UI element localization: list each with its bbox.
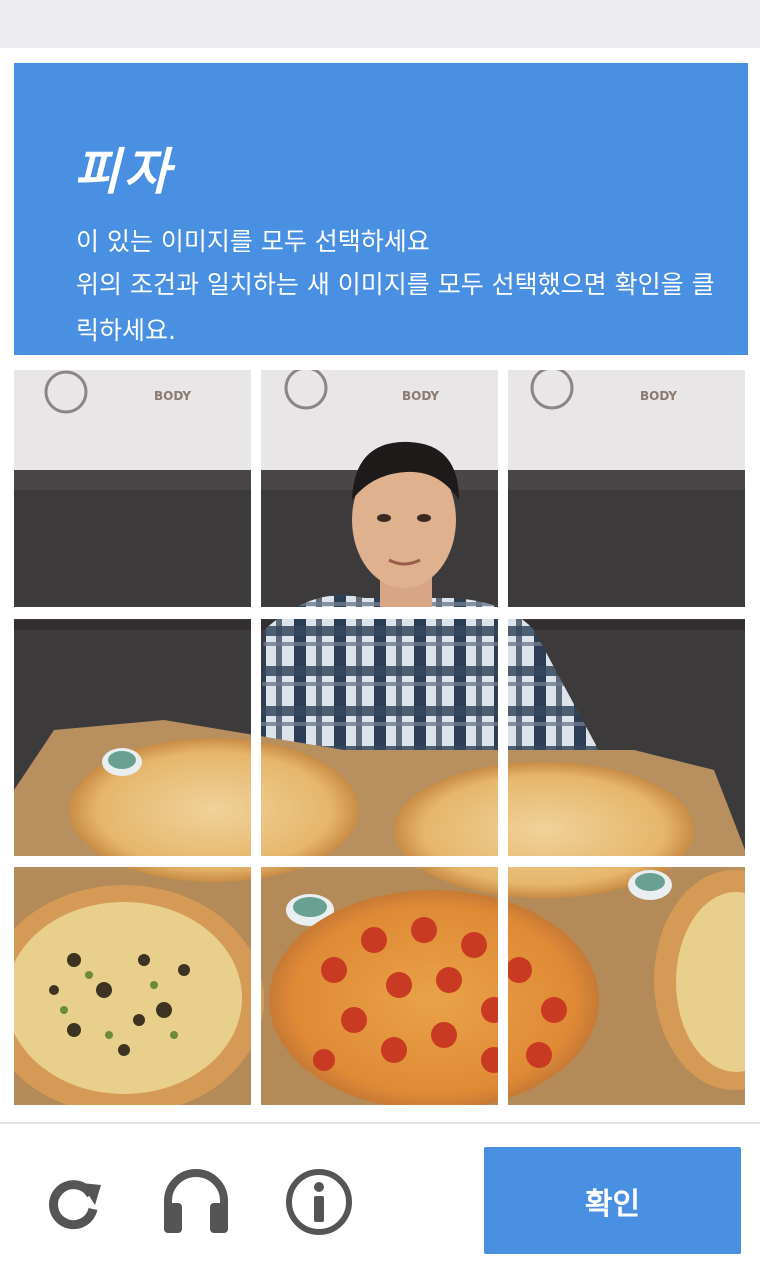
verify-button[interactable]: 확인 bbox=[484, 1147, 741, 1254]
challenge-title: 피자 bbox=[74, 143, 174, 201]
image-grid: BODY BODY BODY bbox=[14, 370, 745, 1105]
image-tile-9[interactable] bbox=[508, 867, 745, 1105]
grid-line-v1 bbox=[251, 370, 261, 1105]
headphones-icon[interactable] bbox=[160, 1163, 232, 1235]
challenge-detail: 위의 조건과 일치하는 새 이미지를 모두 선택했으면 확인을 클릭하세요. bbox=[76, 270, 715, 345]
browser-top-bar bbox=[0, 0, 760, 48]
image-tile-3[interactable] bbox=[508, 370, 745, 607]
grid-line-h2 bbox=[14, 856, 745, 867]
image-tile-1[interactable] bbox=[14, 370, 251, 607]
image-tile-4[interactable] bbox=[14, 619, 251, 856]
image-tile-8[interactable] bbox=[261, 867, 498, 1105]
image-tile-5[interactable] bbox=[261, 619, 498, 856]
footer-divider bbox=[0, 1122, 760, 1124]
grid-line-h1 bbox=[14, 607, 745, 619]
reload-icon[interactable] bbox=[37, 1165, 109, 1237]
challenge-instruction: 이 있는 이미지를 모두 선택하세요 bbox=[76, 227, 430, 256]
info-icon[interactable] bbox=[283, 1166, 355, 1238]
image-tile-2[interactable] bbox=[261, 370, 498, 607]
image-tile-6[interactable] bbox=[508, 619, 745, 856]
grid-line-v2 bbox=[498, 370, 508, 1105]
image-tile-7[interactable] bbox=[14, 867, 251, 1105]
